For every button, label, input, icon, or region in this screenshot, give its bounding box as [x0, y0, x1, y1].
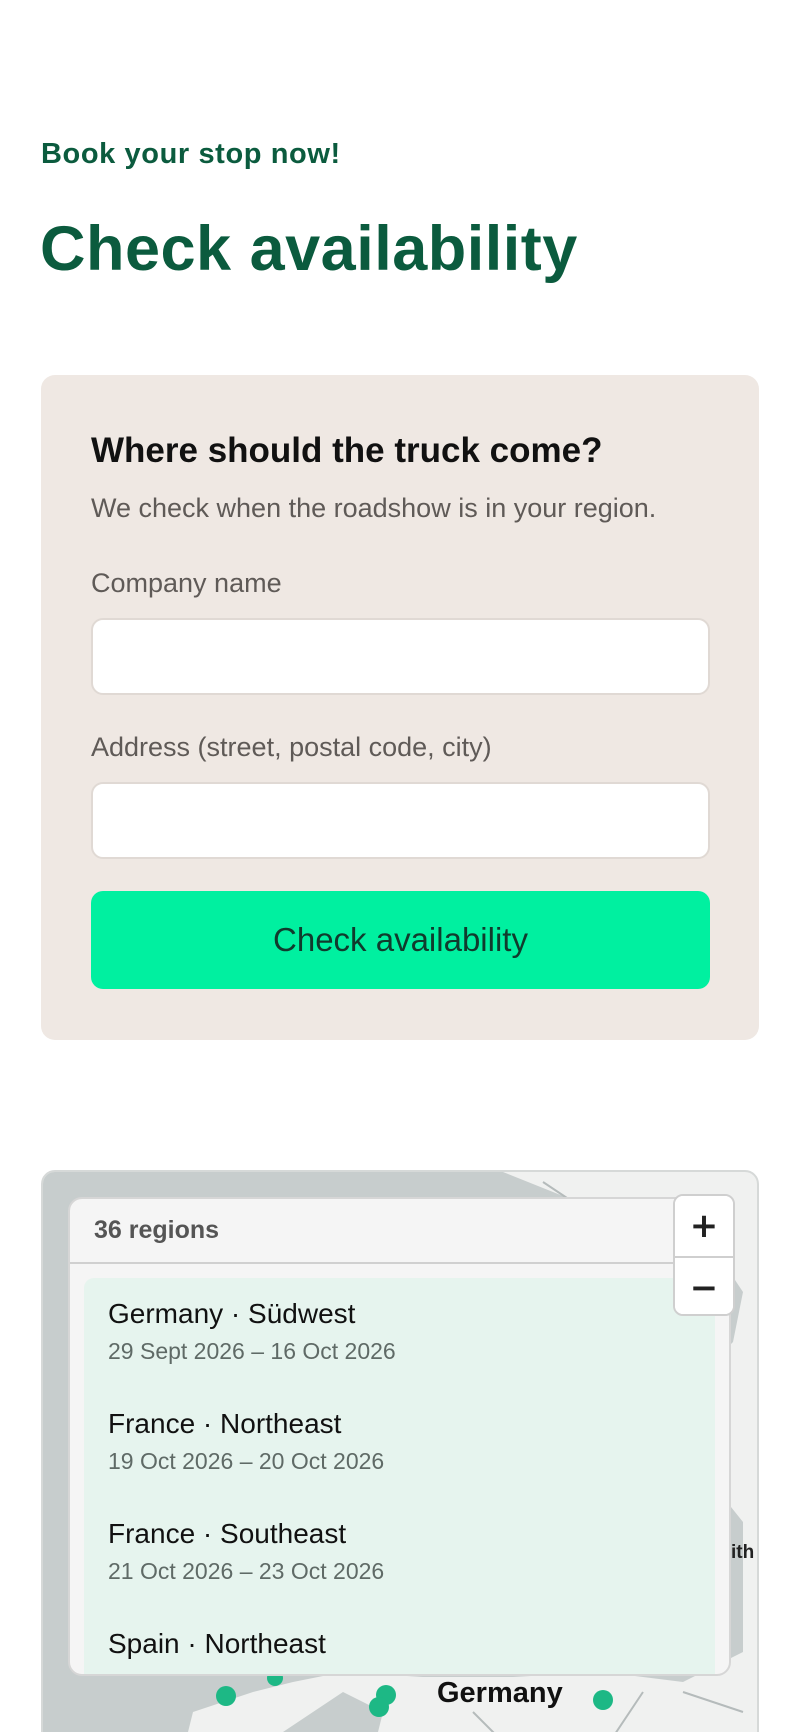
availability-form-card: Where should the truck come? We check wh…	[41, 375, 759, 1040]
map-marker[interactable]	[593, 1690, 613, 1710]
form-title: Where should the truck come?	[91, 431, 603, 470]
company-name-label: Company name	[91, 568, 282, 598]
zoom-in-button[interactable]: +	[675, 1196, 733, 1256]
regions-count: 36 regions	[70, 1199, 729, 1264]
company-name-input[interactable]	[91, 618, 710, 695]
region-item[interactable]: Spain · Northeast	[84, 1608, 715, 1674]
form-subtitle: We check when the roadshow is in your re…	[91, 493, 657, 523]
zoom-controls: + −	[673, 1194, 735, 1316]
page-title: Check availability	[40, 214, 578, 284]
zoom-out-button[interactable]: −	[675, 1258, 733, 1314]
region-name: Spain · Northeast	[108, 1628, 326, 1659]
region-name: France · Northeast	[108, 1408, 342, 1439]
map-country-label: Germany	[437, 1677, 563, 1709]
region-dates: 29 Sept 2026 – 16 Oct 2026	[108, 1338, 396, 1364]
region-item[interactable]: Germany · Südwest 29 Sept 2026 – 16 Oct …	[84, 1278, 715, 1388]
eyebrow-text: Book your stop now!	[41, 138, 341, 170]
region-dates: 19 Oct 2026 – 20 Oct 2026	[108, 1448, 385, 1474]
regions-panel: 36 regions Germany · Südwest 29 Sept 202…	[68, 1197, 731, 1676]
map-place-label: ith	[731, 1542, 755, 1563]
address-label: Address (street, postal code, city)	[91, 732, 492, 762]
map-marker[interactable]	[216, 1686, 236, 1706]
region-map[interactable]: ith Germany 36 regions Germany · Südwest…	[41, 1170, 759, 1732]
check-availability-button[interactable]: Check availability	[91, 891, 710, 989]
region-dates: 21 Oct 2026 – 23 Oct 2026	[108, 1558, 385, 1584]
region-name: France · Southeast	[108, 1518, 347, 1549]
map-marker[interactable]	[369, 1697, 389, 1717]
region-item[interactable]: France · Southeast 21 Oct 2026 – 23 Oct …	[84, 1498, 715, 1608]
region-name: Germany · Südwest	[108, 1298, 356, 1329]
region-item[interactable]: France · Northeast 19 Oct 2026 – 20 Oct …	[84, 1388, 715, 1498]
address-input[interactable]	[91, 782, 710, 859]
